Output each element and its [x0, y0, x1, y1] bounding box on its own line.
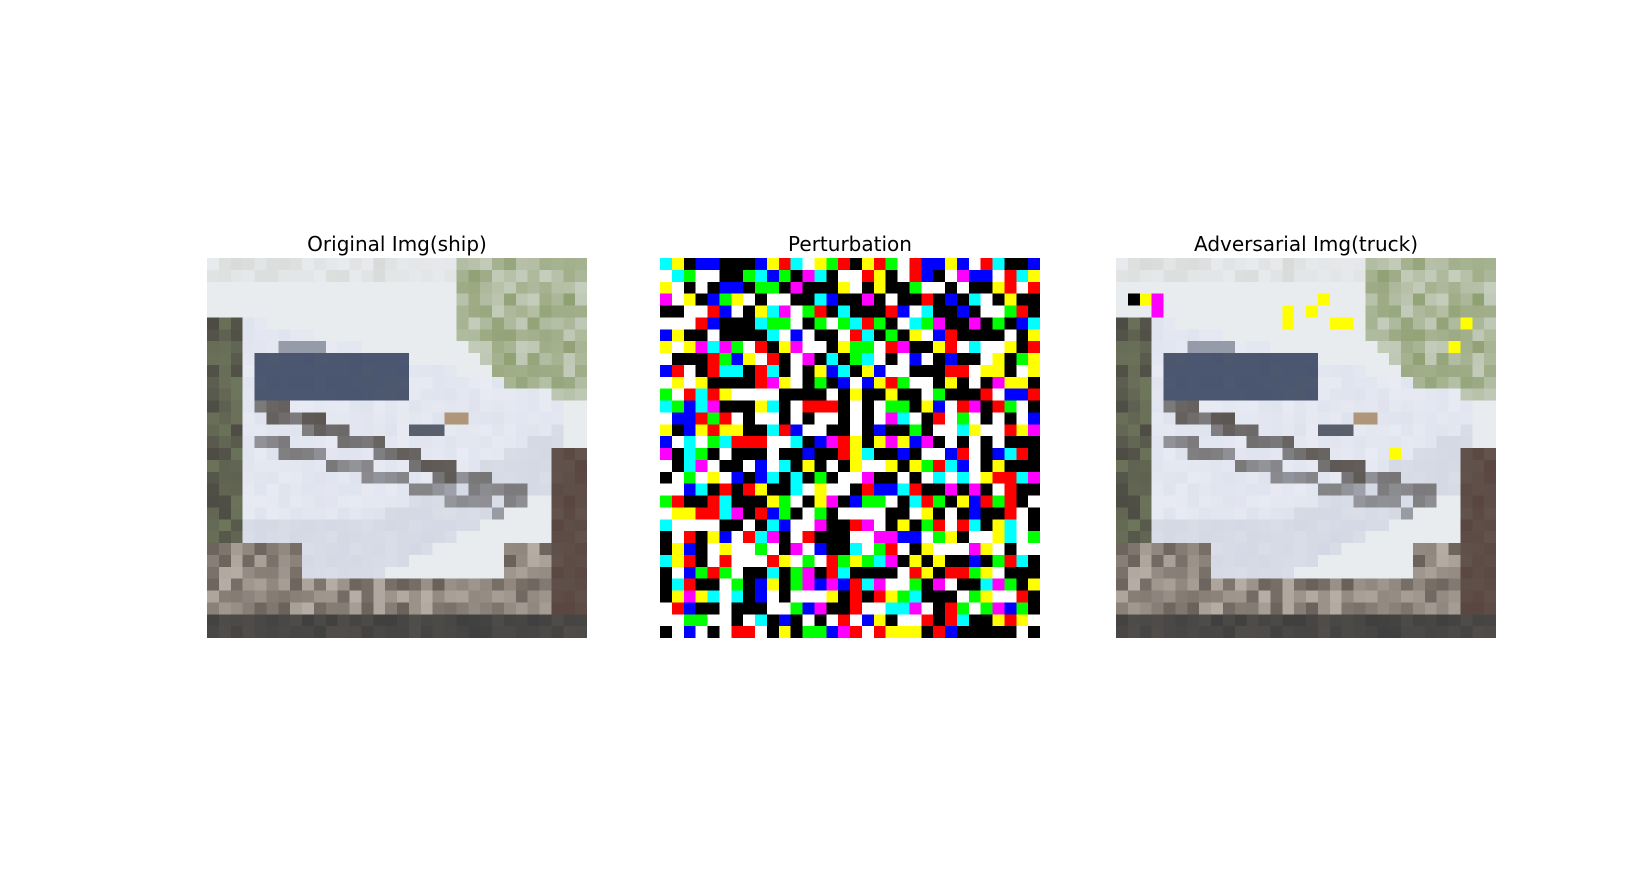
original-ship-image: [207, 258, 587, 638]
adversarial-image-title: Adversarial Img(truck): [1193, 232, 1418, 256]
original-image-title: Original Img(ship): [307, 232, 487, 256]
perturbation-title: Perturbation: [788, 232, 912, 256]
original-image-canvas: [207, 258, 587, 638]
adversarial-image-canvas: [1116, 258, 1496, 638]
perturbation-canvas: [660, 258, 1040, 638]
adversarial-ship-image: [1116, 258, 1496, 638]
perturbation-noise-image: [660, 258, 1040, 638]
